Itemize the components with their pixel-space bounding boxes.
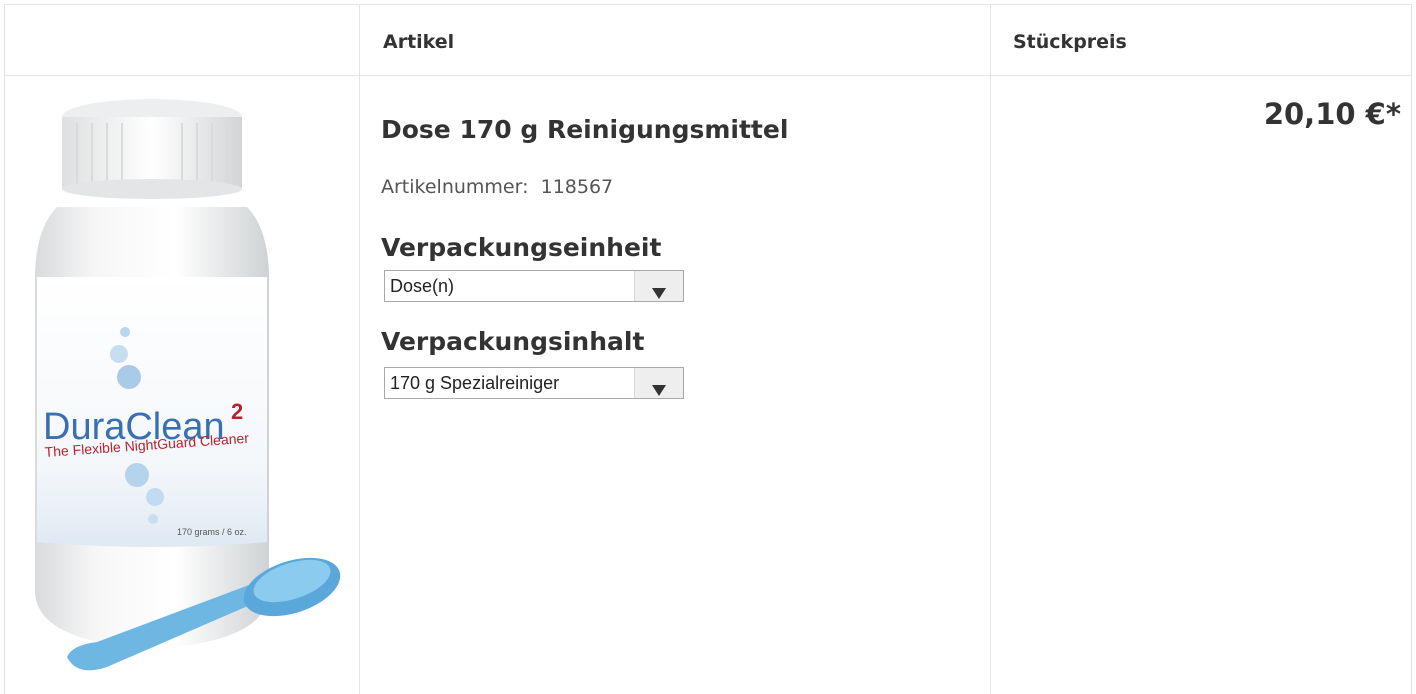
unit-price: 20,10 €* — [1263, 97, 1401, 131]
column-header-stueckpreis: Stückpreis — [1013, 31, 1127, 53]
product-title[interactable]: Dose 170 g Reinigungsmittel — [381, 115, 788, 144]
packaging-unit-value: Dose(n) — [390, 276, 455, 296]
svg-text:170 grams / 6 oz.: 170 grams / 6 oz. — [177, 527, 247, 537]
article-number: Artikelnummer: 118567 — [381, 176, 613, 198]
header-divider — [5, 75, 1411, 76]
column-divider — [359, 5, 360, 694]
column-divider — [990, 5, 991, 694]
article-number-value: 118567 — [540, 176, 614, 198]
packaging-unit-label: Verpackungseinheit — [381, 233, 662, 262]
column-header-artikel: Artikel — [383, 31, 455, 53]
packaging-content-label: Verpackungsinhalt — [381, 327, 645, 356]
dropdown-arrow-icon[interactable] — [634, 271, 683, 301]
packaging-content-value: 170 g Spezialreiniger — [390, 373, 560, 393]
product-image[interactable]: DuraClean 2 The Flexible NightGuard Clea… — [27, 97, 347, 687]
packaging-content-select[interactable]: 170 g Spezialreiniger — [384, 367, 684, 399]
packaging-unit-select[interactable]: Dose(n) — [384, 270, 684, 302]
dropdown-arrow-icon[interactable] — [634, 368, 683, 398]
article-number-label: Artikelnummer: — [381, 176, 529, 198]
product-table: Artikel Stückpreis DuraClean 2 The Flexi… — [4, 4, 1412, 694]
svg-text:2: 2 — [231, 399, 243, 424]
